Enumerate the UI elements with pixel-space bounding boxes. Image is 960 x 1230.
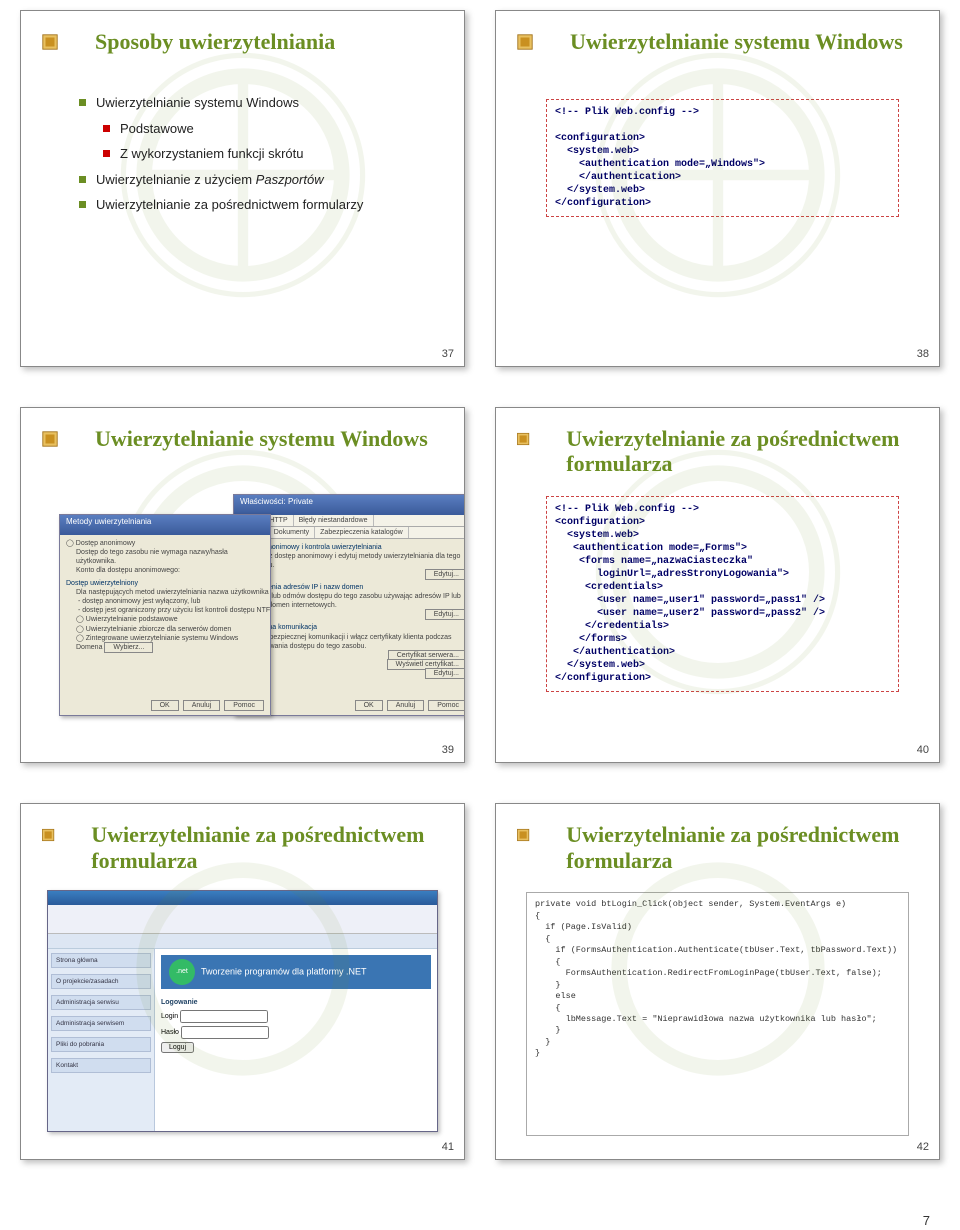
page-body: .netTworzenie programów dla platformy .N… — [155, 949, 437, 1132]
sidebar-item[interactable]: Pliki do pobrania — [51, 1037, 151, 1052]
bullet-text: Uwierzytelnianie za pośrednictwem formul… — [96, 195, 363, 215]
bullet-icon — [79, 99, 86, 106]
net-logo-icon: .net — [169, 959, 195, 985]
ok-button[interactable]: OK — [151, 700, 179, 711]
form-heading: Logowanie — [161, 999, 431, 1006]
title-bullet-icon — [41, 33, 59, 51]
login-button[interactable]: Loguj — [161, 1042, 194, 1053]
anon-account: Konto dla dostępu anonimowego: — [76, 566, 264, 575]
login-label: Login — [161, 1013, 178, 1020]
slide-39: Uwierzytelnianie systemu Windows Właściw… — [20, 407, 465, 764]
slide-content: Uwierzytelnianie systemu Windows Podstaw… — [79, 93, 444, 215]
edit-button[interactable]: Edytuj... — [425, 569, 465, 580]
page-banner: .netTworzenie programów dla platformy .N… — [161, 955, 431, 989]
bullet-text: Uwierzytelnianie z użyciem Paszportów — [96, 170, 324, 190]
password-input[interactable] — [181, 1026, 269, 1039]
code-pane: private void btLogin_Click(object sender… — [526, 892, 909, 1136]
edit-button[interactable]: Edytuj... — [425, 668, 465, 679]
section-text: Udziel lub odmów dostępu do tego zasobu … — [250, 592, 465, 610]
bullet-icon — [79, 201, 86, 208]
domain-select-button[interactable]: Wybierz... — [104, 642, 153, 653]
bullet-icon — [103, 125, 110, 132]
slide-title: Sposoby uwierzytelniania — [95, 29, 335, 81]
slide-37: Sposoby uwierzytelniania Uwierzytelniani… — [20, 10, 465, 367]
anon-checkbox[interactable]: Dostęp anonimowy — [66, 539, 264, 548]
section-header: Dostęp anonimowy i kontrola uwierzytelni… — [240, 543, 465, 552]
ok-button[interactable]: OK — [355, 700, 383, 711]
code-block: <!-- Plik Web.config --> <configuration>… — [546, 496, 899, 692]
browser-titlebar — [48, 891, 437, 905]
title-bullet-icon — [516, 33, 534, 51]
slide-title: Uwierzytelnianie systemu Windows — [570, 29, 903, 81]
sidebar: Strona główna O projekcie/zasadach Admin… — [48, 949, 155, 1132]
sidebar-item[interactable]: Strona główna — [51, 953, 151, 968]
auth-grp-text: Dla następujących metod uwierzytelniania… — [76, 588, 264, 615]
title-bullet-icon — [41, 826, 55, 844]
slide-number: 39 — [442, 744, 454, 756]
section-text: Żądaj bezpiecznej komunikacji i włącz ce… — [250, 633, 465, 651]
auth-digest[interactable]: Uwierzytelnianie zbiorcze dla serwerów d… — [76, 625, 264, 634]
edit-button[interactable]: Edytuj... — [425, 609, 465, 620]
slide-38: Uwierzytelnianie systemu Windows <!-- Pl… — [495, 10, 940, 367]
anon-text: Dostęp do tego zasobu nie wymaga nazwy/h… — [76, 548, 264, 566]
slide-number: 41 — [442, 1141, 454, 1153]
bullet-text: Uwierzytelnianie systemu Windows — [96, 93, 299, 113]
section-text: Wyłącz dostęp anonimowy i edytuj metody … — [250, 552, 465, 570]
section-header: Bezpieczna komunikacja — [240, 623, 465, 632]
bullet-icon — [103, 150, 110, 157]
title-bullet-icon — [41, 430, 59, 448]
pass-label: Hasło — [161, 1029, 179, 1036]
help-button[interactable]: Pomoc — [224, 700, 264, 711]
slide-number: 40 — [917, 744, 929, 756]
tab[interactable]: Zabezpieczenia katalogów — [315, 527, 409, 538]
help-button[interactable]: Pomoc — [428, 700, 465, 711]
auth-methods-dialog: Metody uwierzytelniania Dostęp anonimowy… — [59, 514, 271, 716]
slide-title: Uwierzytelnianie za pośrednictwem formul… — [566, 822, 919, 874]
domain-label: Domena — [76, 644, 102, 651]
auth-basic[interactable]: Uwierzytelnianie podstawowe — [76, 615, 264, 624]
tab[interactable]: Dokumenty — [269, 527, 315, 538]
sidebar-item[interactable]: O projekcie/zasadach — [51, 974, 151, 989]
slide-41: Uwierzytelnianie za pośrednictwem formul… — [20, 803, 465, 1160]
bullet-icon — [79, 176, 86, 183]
browser-toolbar — [48, 905, 437, 934]
slide-number: 42 — [917, 1141, 929, 1153]
tab[interactable]: Błędy niestandardowe — [294, 515, 374, 526]
dialog-titlebar: Właściwości: Private — [234, 495, 465, 515]
sidebar-item[interactable]: Administracja serwisu — [51, 995, 151, 1010]
sidebar-item[interactable]: Kontakt — [51, 1058, 151, 1073]
title-bullet-icon — [516, 826, 530, 844]
dialog-titlebar: Metody uwierzytelniania — [60, 515, 270, 535]
bullet-text: Z wykorzystaniem funkcji skrótu — [120, 144, 304, 164]
login-input[interactable] — [180, 1010, 268, 1023]
slide-42: Uwierzytelnianie za pośrednictwem formul… — [495, 803, 940, 1160]
cancel-button[interactable]: Anuluj — [387, 700, 424, 711]
slide-title: Uwierzytelnianie systemu Windows — [95, 426, 428, 478]
slide-number: 37 — [442, 348, 454, 360]
code-block: <!-- Plik Web.config --> <configuration>… — [546, 99, 899, 217]
slide-number: 38 — [917, 348, 929, 360]
section-header: Dostęp uwierzytelniony — [66, 579, 264, 588]
page-number: 7 — [923, 1213, 930, 1228]
slide-title: Uwierzytelnianie za pośrednictwem formul… — [91, 822, 444, 874]
section-header: Ograniczenia adresów IP i nazw domen — [240, 583, 465, 592]
slide-title: Uwierzytelnianie za pośrednictwem formul… — [566, 426, 919, 478]
bullet-text: Podstawowe — [120, 119, 194, 139]
title-bullet-icon — [516, 430, 530, 448]
slide-40: Uwierzytelnianie za pośrednictwem formul… — [495, 407, 940, 764]
cancel-button[interactable]: Anuluj — [183, 700, 220, 711]
sidebar-item[interactable]: Administracja serwisem — [51, 1016, 151, 1031]
browser-window: Strona główna O projekcie/zasadach Admin… — [47, 890, 438, 1132]
